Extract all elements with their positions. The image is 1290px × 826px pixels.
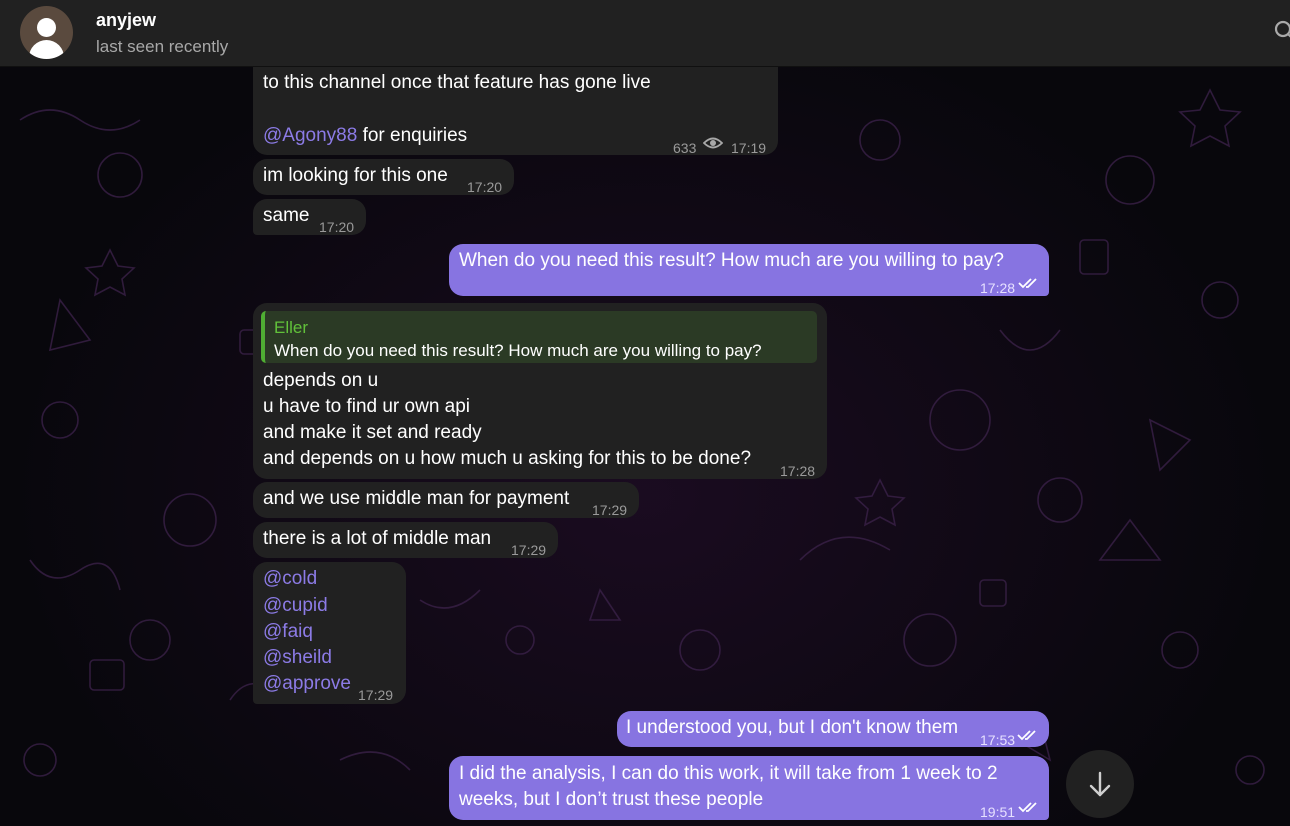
- search-icon[interactable]: [1274, 20, 1290, 42]
- message-text: depends on u: [263, 370, 379, 391]
- chat-header[interactable]: anyjew last seen recently: [0, 0, 1290, 67]
- message-text: to this channel once that feature has go…: [263, 72, 651, 93]
- avatar-body: [29, 40, 64, 59]
- message-text: and depends on u how much u asking for t…: [263, 448, 752, 469]
- message-time: 17:20: [319, 219, 355, 235]
- mention-link[interactable]: @faiq: [263, 619, 313, 645]
- message-time: 19:51: [980, 804, 1016, 820]
- view-count: 633: [673, 140, 697, 156]
- contact-status: last seen recently: [96, 37, 229, 56]
- double-check-icon: [1018, 278, 1037, 289]
- message-text: same: [263, 205, 310, 226]
- mention-link[interactable]: @Agony88: [263, 125, 357, 146]
- message-bubble-incoming[interactable]: im looking for this one 17:20: [253, 159, 514, 195]
- mention-link[interactable]: @cupid: [263, 593, 328, 619]
- message-time: 17:53: [980, 732, 1016, 748]
- message-time: 17:28: [780, 463, 816, 479]
- user-avatar-icon[interactable]: [20, 6, 73, 59]
- chat-window: anyjew last seen recently to this channe…: [0, 0, 1290, 826]
- message-time: 17:28: [980, 280, 1016, 296]
- message-text: u have to find ur own api: [263, 396, 471, 417]
- contact-name[interactable]: anyjew: [96, 10, 156, 31]
- message-bubble-incoming[interactable]: same 17:20: [253, 199, 366, 235]
- message-text: im looking for this one: [263, 165, 448, 186]
- message-text: @Agony88 for enquiries: [263, 123, 467, 149]
- message-time: 17:29: [592, 502, 628, 518]
- message-text: and we use middle man for payment: [263, 488, 570, 509]
- message-time: 17:20: [467, 179, 503, 195]
- message-bubble-outgoing[interactable]: When do you need this result? How much a…: [449, 244, 1049, 296]
- message-text: I did the analysis, I can do this work, …: [459, 763, 998, 784]
- message-bubble-outgoing[interactable]: I did the analysis, I can do this work, …: [449, 756, 1049, 820]
- eye-icon: [703, 137, 723, 149]
- message-bubble-outgoing[interactable]: I understood you, but I don't know them …: [617, 711, 1049, 748]
- arrow-down-icon: [1089, 771, 1111, 797]
- reply-text: When do you need this result? How much a…: [274, 341, 762, 360]
- message-bubble-incoming[interactable]: @cold @cupid @faiq @sheild @approve 17:2…: [253, 562, 406, 704]
- mention-link[interactable]: @approve: [263, 671, 351, 697]
- message-text: weeks, but I don’t trust these people: [459, 789, 764, 810]
- double-check-icon: [1017, 730, 1036, 741]
- scroll-to-bottom-button[interactable]: [1066, 750, 1134, 818]
- message-text: When do you need this result? How much a…: [459, 250, 1004, 271]
- message-bubble-incoming[interactable]: and we use middle man for payment 17:29: [253, 482, 639, 518]
- mention-link[interactable]: @cold: [263, 566, 317, 592]
- message-text: there is a lot of middle man: [263, 528, 492, 549]
- mention-suffix: for enquiries: [357, 125, 468, 146]
- message-time: 17:19: [731, 140, 767, 156]
- message-text: I understood you, but I don't know them: [626, 717, 959, 738]
- message-time: 17:29: [358, 687, 394, 703]
- message-bubble-incoming[interactable]: there is a lot of middle man 17:29: [253, 522, 558, 558]
- double-check-icon: [1018, 802, 1037, 813]
- mention-link[interactable]: @sheild: [263, 645, 332, 671]
- message-bubble-incoming[interactable]: Eller When do you need this result? How …: [253, 303, 827, 479]
- message-text: and make it set and ready: [263, 422, 482, 443]
- avatar-head: [37, 18, 56, 37]
- message-time: 17:29: [511, 542, 547, 558]
- reply-preview[interactable]: Eller When do you need this result? How …: [261, 311, 817, 363]
